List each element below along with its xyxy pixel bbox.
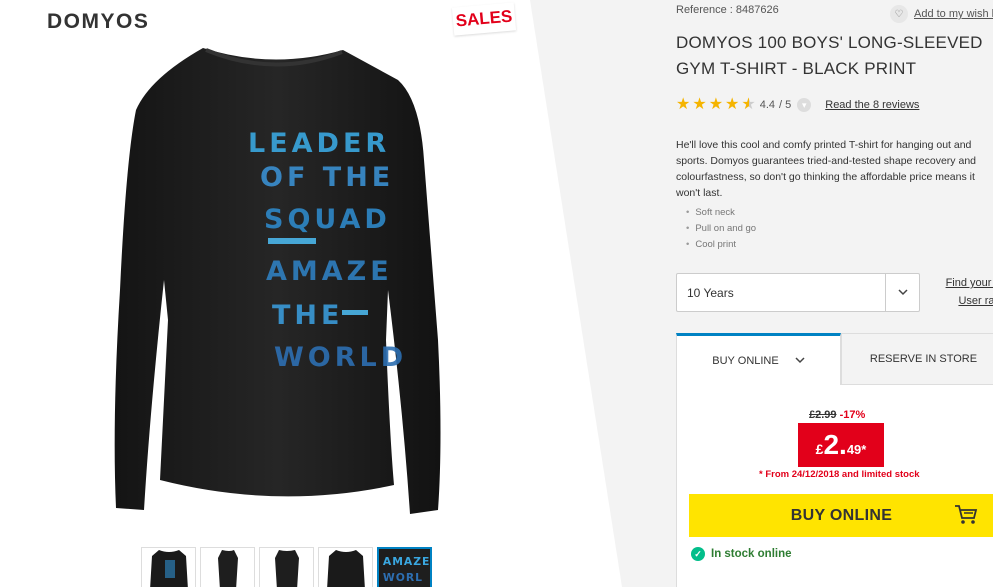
chevron-down-icon [795, 357, 805, 364]
purchase-tabs: BUY ONLINE RESERVE IN STORE [676, 333, 993, 385]
product-page: DOMYOS SALES LEADER OF THE SQUAD AMAZE T… [0, 0, 993, 587]
price-note: * From 24/12/2018 and limited stock [759, 469, 920, 480]
heart-icon: ♡ [890, 5, 908, 23]
buy-button-label: BUY ONLINE [790, 506, 893, 524]
shirt-print-line: WORLD [274, 342, 407, 373]
old-price: £2.99 -17% [809, 409, 865, 421]
buy-online-button[interactable]: BUY ONLINE [689, 494, 993, 537]
find-size-link[interactable]: Find your s [940, 274, 993, 292]
stock-text: In stock online [711, 548, 792, 560]
thumbnail-4[interactable] [318, 547, 373, 587]
sales-tag: SALES [451, 2, 517, 36]
price-decimals: 49* [846, 441, 867, 457]
rating-max: / 5 [779, 99, 792, 111]
feature-item: Cool print [686, 237, 756, 253]
user-ratings-link[interactable]: User rati [940, 292, 993, 310]
old-price-value: £2.99 [809, 409, 837, 421]
feature-list: Soft neck Pull on and go Cool print [686, 205, 756, 253]
wishlist-link[interactable]: Add to my wish l [914, 8, 993, 20]
svg-text:AMAZE: AMAZE [383, 555, 430, 568]
product-reference: Reference : 8487626 [676, 4, 779, 16]
product-title: DOMYOS 100 BOYS' LONG-SLEEVED GYM T-SHIR… [676, 33, 983, 78]
feature-item: Soft neck [686, 205, 756, 221]
buy-online-panel: £2.99 -17% £ 2. 49* * From 24/12/2018 an… [676, 385, 993, 587]
product-description: He'll love this cool and comfy printed T… [676, 139, 976, 199]
rating-value: 4.4 [759, 99, 776, 111]
reviews-link[interactable]: Read the 8 reviews [825, 99, 919, 111]
discount-percent: -17% [839, 409, 866, 421]
size-help-links: Find your s User rati [940, 274, 993, 310]
product-main-image[interactable]: LEADER OF THE SQUAD AMAZE THE WORLD [98, 40, 458, 540]
star-icon: ★ [708, 96, 724, 113]
stock-status: ✓ In stock online [691, 547, 792, 561]
shirt-print-line: LEADER [248, 128, 390, 159]
current-price: £ 2. 49* [798, 423, 884, 467]
shirt-print-line: OF THE [260, 162, 394, 193]
thumbnail-1[interactable] [141, 547, 196, 587]
brand-logo[interactable]: DOMYOS [47, 10, 149, 34]
svg-text:WORL: WORL [383, 571, 423, 584]
chevron-down-icon[interactable]: ▾ [797, 98, 812, 112]
tab-buy-online[interactable]: BUY ONLINE [676, 333, 841, 385]
thumbnail-strip: AMAZE WORL [141, 547, 432, 587]
shirt-print-line: THE [272, 300, 343, 331]
check-circle-icon: ✓ [691, 547, 705, 561]
tab-label: RESERVE IN STORE [869, 353, 978, 365]
star-icon: ★ [676, 96, 691, 113]
size-select[interactable]: 10 Years [676, 273, 920, 312]
half-star-icon: ★ [741, 96, 756, 113]
thumbnail-2[interactable] [200, 547, 255, 587]
tab-reserve-in-store[interactable]: RESERVE IN STORE [841, 333, 993, 385]
size-selected-value: 10 Years [687, 285, 734, 300]
cart-icon [955, 505, 978, 524]
tab-label: BUY ONLINE [712, 354, 779, 367]
rating-summary: ★ ★ ★ ★ ★ 4.4 / 5 ▾ Read the 8 reviews [676, 97, 919, 113]
star-icon: ★ [725, 96, 740, 113]
chevron-down-icon[interactable] [885, 274, 919, 311]
shirt-print-line: SQUAD [264, 204, 391, 235]
thumbnail-5-print-closeup[interactable]: AMAZE WORL [377, 547, 432, 587]
thumbnail-3[interactable] [259, 547, 314, 587]
add-to-wishlist[interactable]: ♡ Add to my wish l [890, 5, 993, 23]
shirt-print-line: AMAZE [266, 256, 393, 287]
price-integer: 2. [823, 429, 847, 460]
price-currency: £ [815, 441, 824, 457]
rating-stars: ★ ★ ★ ★ ★ [676, 97, 756, 113]
feature-item: Pull on and go [686, 221, 756, 237]
star-icon: ★ [692, 96, 707, 113]
